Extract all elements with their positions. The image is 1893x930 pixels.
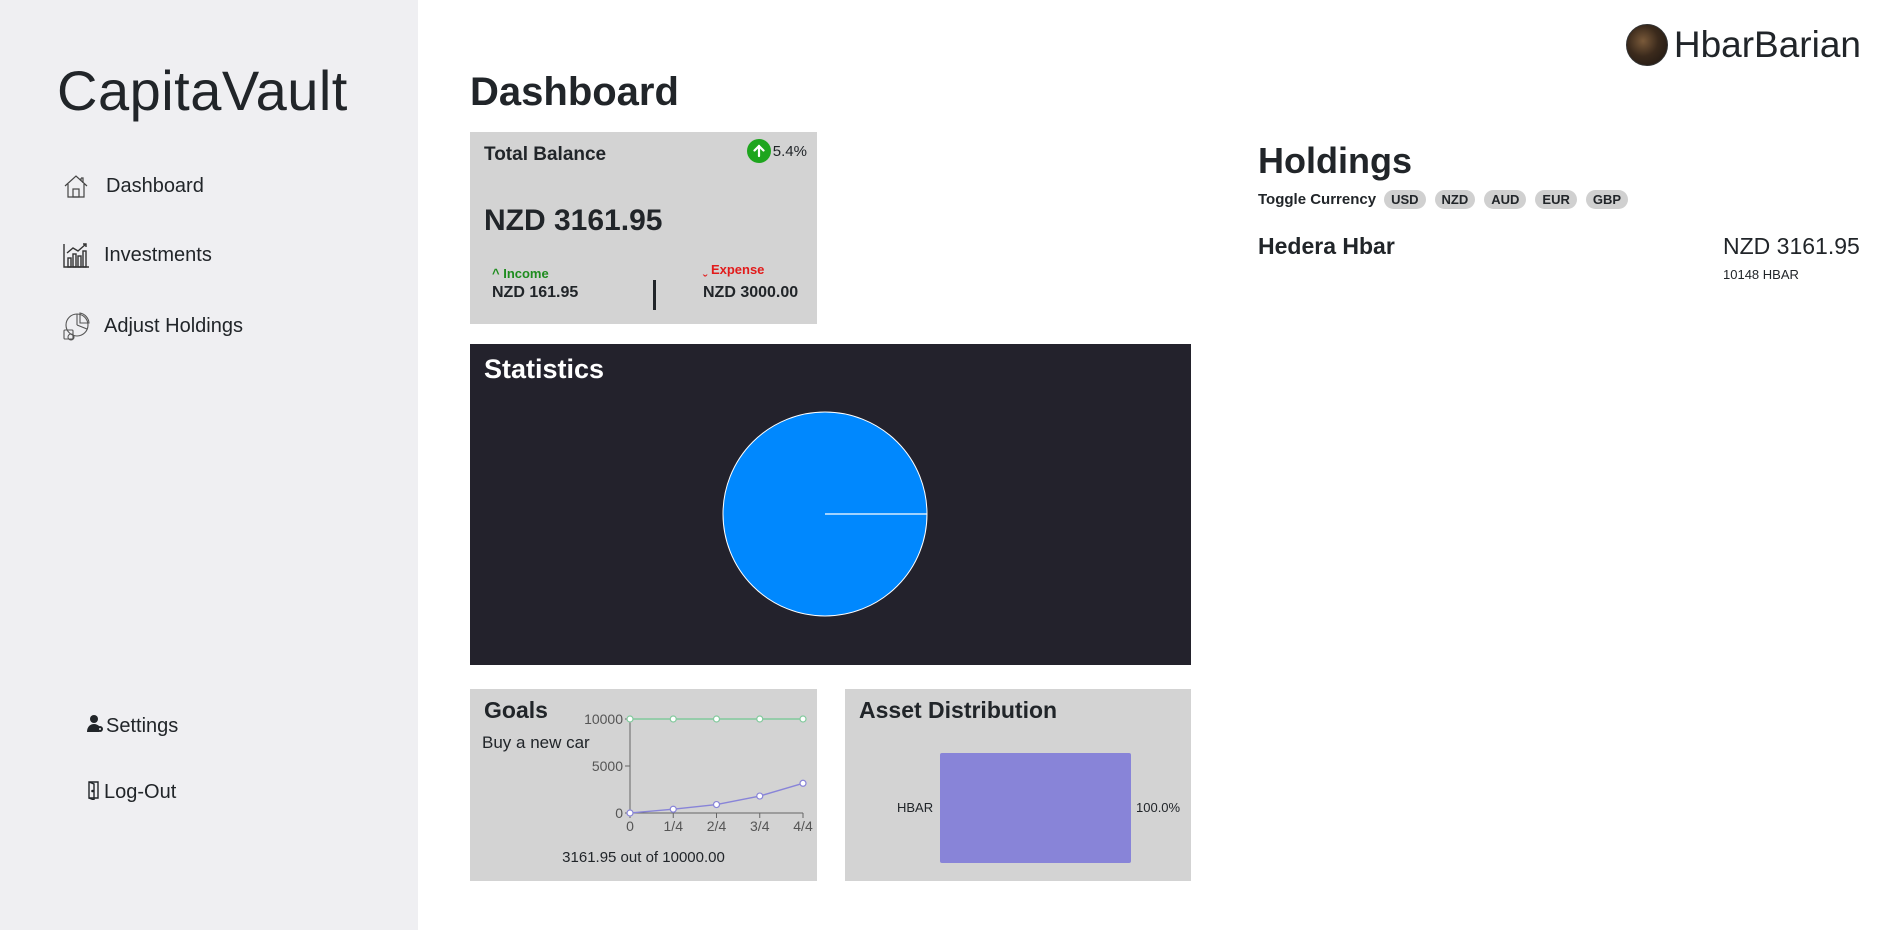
series-point-0 xyxy=(626,715,634,723)
balance-change-value: 5.4% xyxy=(772,142,807,160)
balance-title: Total Balance xyxy=(484,144,607,165)
currency-gbp-button[interactable]: GBP xyxy=(1585,190,1629,209)
sidebar-item-label: Investments xyxy=(104,243,212,266)
chart-icon xyxy=(60,239,92,271)
series-point-0 xyxy=(799,715,807,723)
currency-aud-button[interactable]: AUD xyxy=(1484,190,1527,209)
avatar[interactable] xyxy=(1625,24,1668,66)
series-point-1 xyxy=(756,792,764,800)
user-profile[interactable]: HbarBarian xyxy=(1625,24,1861,66)
goal-progress: 3161.95 out of 10000.00 xyxy=(562,849,725,866)
series-point-1 xyxy=(626,809,634,817)
x-tick-label: 4/4 xyxy=(793,818,813,834)
divider xyxy=(653,280,656,310)
goals-card: 0 5000 10000 0 1/4 2/4 3/4 4/4 Goals Buy a new … xyxy=(470,689,817,881)
page-title: Dashboard xyxy=(470,70,679,114)
toggle-currency-label: Toggle Currency xyxy=(1258,191,1377,208)
series-line-1 xyxy=(629,782,804,814)
currency-usd-button[interactable]: USD xyxy=(1384,190,1426,209)
statistics-title: Statistics xyxy=(484,354,605,384)
income-value: NZD 161.95 xyxy=(492,284,579,301)
currency-nzd-button[interactable]: NZD xyxy=(1434,190,1476,209)
sidebar-item-label: Dashboard xyxy=(106,174,204,197)
series-point-1 xyxy=(669,805,677,813)
sidebar-item-investments[interactable]: Investments xyxy=(60,239,212,271)
user-gear-icon xyxy=(86,714,104,739)
balance-change: 5.4% xyxy=(746,139,807,163)
series-point-1 xyxy=(712,800,721,809)
logout-link[interactable]: Log-Out xyxy=(86,780,176,805)
goal-name: Buy a new car xyxy=(482,733,590,752)
y-tick-label: 10000 xyxy=(584,711,623,727)
series-point-0 xyxy=(712,715,721,723)
holding-value: NZD 3161.95 xyxy=(1723,233,1860,259)
currency-eur-button[interactable]: EUR xyxy=(1535,190,1577,209)
asset-category-label: HBAR xyxy=(897,800,934,815)
holdings-title: Holdings xyxy=(1258,140,1412,181)
x-tick-label: 2/4 xyxy=(707,818,727,834)
y-tick-label: 5000 xyxy=(592,758,623,774)
x-tick-label: 1/4 xyxy=(664,818,684,834)
arrow-up-icon xyxy=(746,139,771,163)
asset-distribution-card: Asset Distribution HBAR 100.0% xyxy=(845,689,1191,881)
income-label: ^ Income xyxy=(492,266,549,281)
asset-bar-hbar[interactable] xyxy=(940,753,1131,863)
goals-title: Goals xyxy=(484,697,548,723)
y-tick-label: 0 xyxy=(615,805,623,821)
asset-distribution-title: Asset Distribution xyxy=(859,697,1058,723)
settings-link[interactable]: Settings xyxy=(86,714,178,739)
series-point-0 xyxy=(669,715,677,723)
pie-chart-icon xyxy=(60,310,92,342)
statistics-card: Statistics xyxy=(470,344,1191,665)
total-balance-card: Total Balance 5.4% NZD 3161.95 ^ Income … xyxy=(470,132,817,324)
series-point-1 xyxy=(799,779,807,787)
sidebar-item-dashboard[interactable]: Dashboard xyxy=(60,170,204,202)
holding-units: 10148 HBAR xyxy=(1723,267,1799,282)
x-tick-label: 0 xyxy=(626,818,634,834)
brand-logo[interactable]: CapitaVault xyxy=(57,58,348,123)
expense-value: NZD 3000.00 xyxy=(703,284,799,301)
balance-amount: NZD 3161.95 xyxy=(484,204,663,237)
expense-label: ˬ Expense xyxy=(703,262,765,277)
settings-label: Settings xyxy=(106,715,179,737)
x-tick-label: 3/4 xyxy=(750,818,770,834)
username: HbarBarian xyxy=(1673,24,1861,65)
door-icon xyxy=(86,780,102,805)
sidebar: CapitaVault Dashboard Investments Adjust… xyxy=(0,0,418,930)
asset-value-label: 100.0% xyxy=(1136,800,1181,815)
holding-name: Hedera Hbar xyxy=(1258,233,1395,259)
logout-label: Log-Out xyxy=(104,781,177,803)
home-icon xyxy=(60,170,92,202)
statistics-pie-chart[interactable] xyxy=(470,344,1191,665)
currency-toggle: Toggle Currency USD NZD AUD EUR GBP xyxy=(1258,190,1637,209)
sidebar-item-label: Adjust Holdings xyxy=(104,314,243,337)
series-point-0 xyxy=(756,715,764,723)
sidebar-item-adjust-holdings[interactable]: Adjust Holdings xyxy=(60,310,243,342)
